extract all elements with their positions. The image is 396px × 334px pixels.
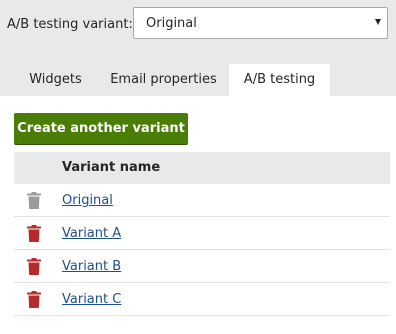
variants-grid: Variant name Original Variant A Variant …: [14, 152, 390, 316]
grid-header: Variant name: [14, 152, 390, 184]
table-row: Original: [14, 184, 390, 217]
create-another-variant-button[interactable]: Create another variant: [14, 113, 188, 144]
table-row: Variant C: [14, 283, 390, 316]
variant-name-link[interactable]: Original: [62, 194, 113, 208]
variant-select-value: Original: [146, 16, 197, 31]
header-toolbar: A/B testing variant: Original Widgets Em…: [0, 0, 396, 96]
delete-icon: [27, 192, 41, 209]
table-row: Variant A: [14, 217, 390, 250]
variant-select[interactable]: Original: [133, 7, 388, 39]
delete-icon[interactable]: [27, 291, 41, 308]
tab-ab-testing[interactable]: A/B testing: [229, 64, 330, 96]
tab-widgets[interactable]: Widgets: [13, 64, 98, 96]
delete-icon[interactable]: [27, 225, 41, 242]
variant-name-link[interactable]: Variant A: [62, 227, 121, 241]
column-header-variant-name: Variant name: [62, 160, 161, 175]
table-row: Variant B: [14, 250, 390, 283]
variant-selector-label: A/B testing variant:: [7, 17, 133, 32]
dropdown-arrow-icon: [375, 19, 381, 25]
tab-email-properties[interactable]: Email properties: [98, 64, 229, 96]
variant-name-link[interactable]: Variant C: [62, 293, 121, 307]
delete-icon[interactable]: [27, 258, 41, 275]
variant-name-link[interactable]: Variant B: [62, 260, 121, 274]
